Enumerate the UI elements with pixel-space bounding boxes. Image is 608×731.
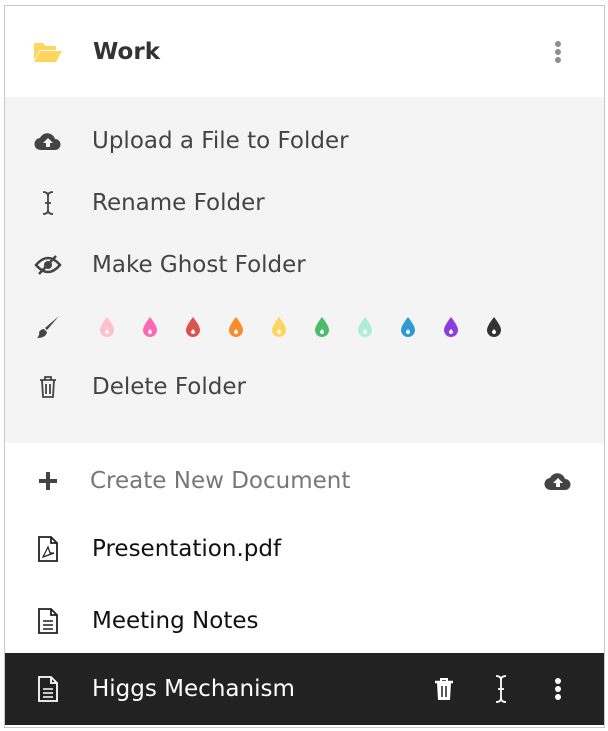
document-name: Higgs Mechanism (92, 676, 295, 702)
eye-slash-icon (33, 250, 63, 280)
text-file-icon (33, 674, 63, 704)
cloud-upload-icon (33, 126, 63, 156)
text-cursor-icon (33, 188, 63, 218)
color-drop-icon[interactable] (398, 316, 418, 338)
delete-folder-label: Delete Folder (92, 374, 246, 400)
folder-menu: Upload a File to Folder Rename Folder Ma… (5, 97, 604, 443)
folder-title: Work (93, 38, 160, 65)
color-swatches (97, 316, 527, 338)
folder-more-icon[interactable] (543, 37, 573, 67)
trash-icon (33, 372, 63, 402)
cloud-upload-icon[interactable] (543, 466, 573, 496)
create-document-item[interactable]: Create New Document (5, 456, 604, 506)
text-file-icon (33, 606, 63, 636)
rename-folder-label: Rename Folder (92, 190, 265, 216)
folder-open-icon (33, 37, 63, 67)
create-document-label: Create New Document (90, 468, 351, 494)
more-options-icon[interactable] (543, 674, 573, 704)
color-drop-icon[interactable] (183, 316, 203, 338)
color-drop-icon[interactable] (355, 316, 375, 338)
plus-icon (33, 466, 63, 496)
color-drop-icon[interactable] (226, 316, 246, 338)
ghost-folder-item[interactable]: Make Ghost Folder (5, 243, 604, 287)
pdf-file-icon (33, 534, 63, 564)
color-drop-icon[interactable] (97, 316, 117, 338)
delete-folder-item[interactable]: Delete Folder (5, 365, 604, 409)
ghost-folder-label: Make Ghost Folder (92, 252, 306, 278)
color-drop-icon[interactable] (441, 316, 461, 338)
rename-cursor-icon[interactable] (486, 674, 516, 704)
trash-icon[interactable] (429, 674, 459, 704)
color-drop-icon[interactable] (269, 316, 289, 338)
color-drop-icon[interactable] (140, 316, 160, 338)
paint-brush-icon (33, 312, 63, 342)
upload-file-item[interactable]: Upload a File to Folder (5, 119, 604, 163)
color-picker-row (5, 305, 604, 349)
folder-panel: Work Upload a File to Folder Rename Fold… (4, 5, 605, 728)
folder-header[interactable]: Work (5, 6, 604, 97)
document-name: Presentation.pdf (92, 536, 282, 562)
rename-folder-item[interactable]: Rename Folder (5, 181, 604, 225)
document-item[interactable]: Meeting Notes (5, 590, 604, 652)
document-name: Meeting Notes (92, 608, 259, 634)
color-drop-icon[interactable] (312, 316, 332, 338)
color-drop-icon[interactable] (484, 316, 504, 338)
upload-file-label: Upload a File to Folder (92, 128, 349, 154)
document-item[interactable]: Presentation.pdf (5, 518, 604, 580)
document-item-selected[interactable]: Higgs Mechanism (5, 653, 604, 725)
